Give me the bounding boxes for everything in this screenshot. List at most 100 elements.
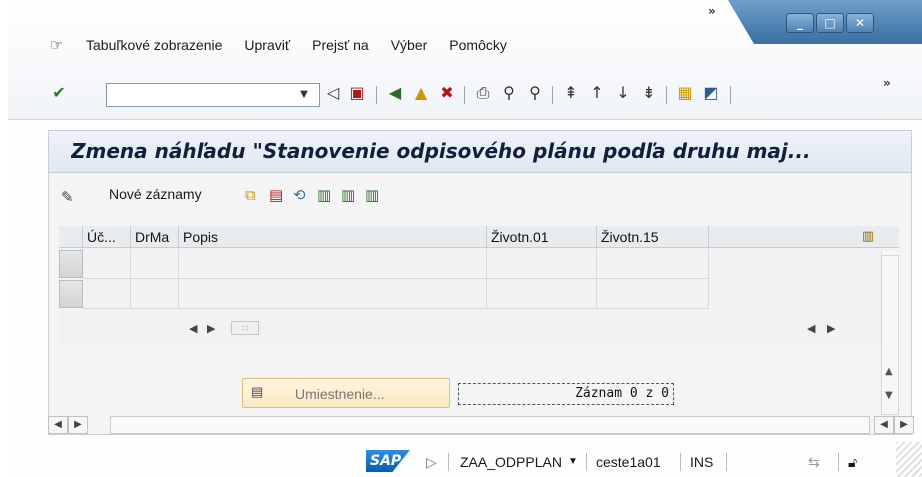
save-icon[interactable]: ▣ (346, 82, 368, 104)
column-header-account[interactable]: Úč... (83, 226, 131, 248)
table-cell[interactable] (487, 249, 597, 279)
row-selector[interactable] (59, 250, 83, 278)
toolbar-separator (464, 86, 465, 104)
horizontal-scroll-thumb[interactable]: ::: (231, 321, 259, 335)
page-title: Zmena náhľadu "Stanovenie odpisového plá… (71, 139, 811, 163)
toolbar-separator (666, 86, 667, 104)
menu-item-selection[interactable]: Výber (391, 37, 428, 53)
status-expand-icon[interactable]: ▷ (426, 454, 437, 471)
select-all-rows[interactable] (59, 226, 83, 248)
table-cell[interactable] (179, 249, 487, 279)
status-separator (448, 453, 449, 471)
scroll-left-icon[interactable]: ◀ (874, 416, 894, 434)
menu-item-utilities[interactable]: Pomôcky (449, 37, 507, 53)
table-row (83, 279, 709, 309)
menu-bar: ☞ Tabuľkové zobrazenie Upraviť Prejsť na… (8, 30, 517, 60)
back-arrow-icon[interactable]: ◁ (322, 82, 344, 104)
column-header-life-01[interactable]: Životn.01 (487, 226, 597, 248)
shortcut-icon[interactable]: ◩ (700, 82, 722, 104)
menu-item-goto[interactable]: Prejsť na (312, 37, 369, 53)
transaction-dropdown-icon[interactable]: ▼ (568, 456, 578, 467)
last-page-icon[interactable]: ⇟ (638, 82, 660, 104)
horizontal-scrollbar[interactable]: ◀ ▶ ◀ ▶ (48, 416, 914, 434)
data-table: Úč... DrMa Popis Životn.01 Životn.15 ▥ ◀… (59, 226, 899, 346)
position-button[interactable]: ▤ Umiestnenie... (242, 378, 450, 408)
position-button-label: Umiestnenie... (295, 386, 385, 402)
lock-icon[interactable]: 🔓︎ (848, 454, 857, 471)
command-field[interactable] (106, 83, 320, 107)
delete-icon[interactable]: ▤ (269, 186, 283, 204)
select-block-icon[interactable]: ▥ (341, 186, 355, 204)
status-separator (586, 453, 587, 471)
scroll-left-icon[interactable]: ◀ (807, 322, 815, 335)
create-session-icon[interactable]: ▦ (674, 82, 696, 104)
table-cell[interactable] (179, 279, 487, 309)
find-icon[interactable]: ⚲ (498, 82, 520, 104)
scroll-left-icon[interactable]: ◀ (189, 322, 197, 335)
column-header-description[interactable]: Popis (179, 226, 487, 248)
scroll-right-icon[interactable]: ▶ (894, 416, 914, 434)
status-separator (726, 453, 727, 471)
maximize-button[interactable]: □ (816, 13, 844, 33)
edit-glasses-icon[interactable]: ✎ (61, 186, 74, 208)
scroll-right-icon[interactable]: ▶ (827, 322, 835, 335)
sap-window: _ □ ✕ » ☞ Tabuľkové zobrazenie Upraviť P… (8, 0, 922, 477)
row-selector[interactable] (59, 280, 83, 308)
table-header: Úč... DrMa Popis Životn.01 Životn.15 (59, 226, 899, 248)
status-separator (838, 453, 839, 471)
print-icon[interactable]: ⎙ (472, 82, 494, 104)
scroll-left-icon[interactable]: ◀ (48, 416, 68, 434)
close-button[interactable]: ✕ (846, 13, 874, 33)
resize-grip[interactable] (896, 442, 922, 477)
select-all-icon[interactable]: ▥ (317, 186, 331, 204)
minimize-button[interactable]: _ (786, 13, 814, 33)
menu-item-edit[interactable]: Upraviť (244, 37, 290, 53)
column-header-asset-type[interactable]: DrMa (131, 226, 179, 248)
table-cell[interactable] (131, 249, 179, 279)
transaction-code: ZAA_ODPPLAN (460, 454, 562, 470)
table-cell[interactable] (487, 279, 597, 309)
position-icon: ▤ (251, 384, 264, 399)
table-cell[interactable] (597, 279, 709, 309)
toolbar-separator (552, 86, 553, 104)
command-dropdown-icon[interactable]: ▼ (294, 84, 314, 106)
menu-icon[interactable]: ☞ (50, 36, 74, 54)
window-controls: _ □ ✕ (728, 0, 922, 44)
undo-change-icon[interactable]: ⟲ (293, 186, 306, 204)
deselect-all-icon[interactable]: ▥ (365, 186, 379, 204)
menu-overflow-icon[interactable]: » (708, 4, 716, 18)
scroll-down-icon[interactable]: ▼ (885, 390, 893, 401)
cancel-icon[interactable]: ✖ (436, 82, 458, 104)
scroll-up-icon[interactable]: ▲ (885, 366, 893, 377)
scroll-right-icon[interactable]: ▶ (68, 416, 88, 434)
toolbar-separator (730, 86, 731, 104)
horizontal-scroll-track[interactable] (110, 416, 870, 434)
table-cell[interactable] (131, 279, 179, 309)
next-page-icon[interactable]: ↓ (612, 82, 634, 104)
insert-mode[interactable]: INS (690, 454, 713, 470)
table-cell[interactable] (83, 279, 131, 309)
record-count: Záznam 0 z 0 (458, 383, 674, 405)
server-name: ceste1a01 (596, 454, 661, 470)
table-cell[interactable] (83, 249, 131, 279)
toolbar-separator (376, 86, 377, 104)
enter-check-icon[interactable]: ✔ (48, 82, 70, 104)
copy-icon[interactable]: ⧉ (245, 186, 256, 204)
menu-item-tabular-view[interactable]: Tabuľkové zobrazenie (86, 37, 222, 53)
column-settings-icon[interactable]: ▥ (859, 228, 877, 246)
exit-icon[interactable]: ▲ (410, 82, 432, 104)
sap-logo: SAP (366, 450, 410, 472)
previous-page-icon[interactable]: ↑ (586, 82, 608, 104)
panel-vertical-scrollbar[interactable]: ▲ ▼ (881, 255, 899, 415)
scroll-right-icon[interactable]: ▶ (207, 322, 215, 335)
find-next-icon[interactable]: ⚲ (524, 82, 546, 104)
status-layout-icon[interactable]: ⇆ (808, 454, 820, 471)
table-row (83, 249, 709, 279)
table-cell[interactable] (597, 249, 709, 279)
toolbar-overflow-icon[interactable]: » (883, 76, 891, 90)
new-entries-button[interactable]: Nové záznamy (109, 186, 202, 202)
title-bar: Zmena náhľadu "Stanovenie odpisového plá… (49, 131, 911, 173)
column-header-life-15[interactable]: Životn.15 (597, 226, 709, 248)
first-page-icon[interactable]: ⇞ (560, 82, 582, 104)
back-icon[interactable]: ◀ (384, 82, 406, 104)
